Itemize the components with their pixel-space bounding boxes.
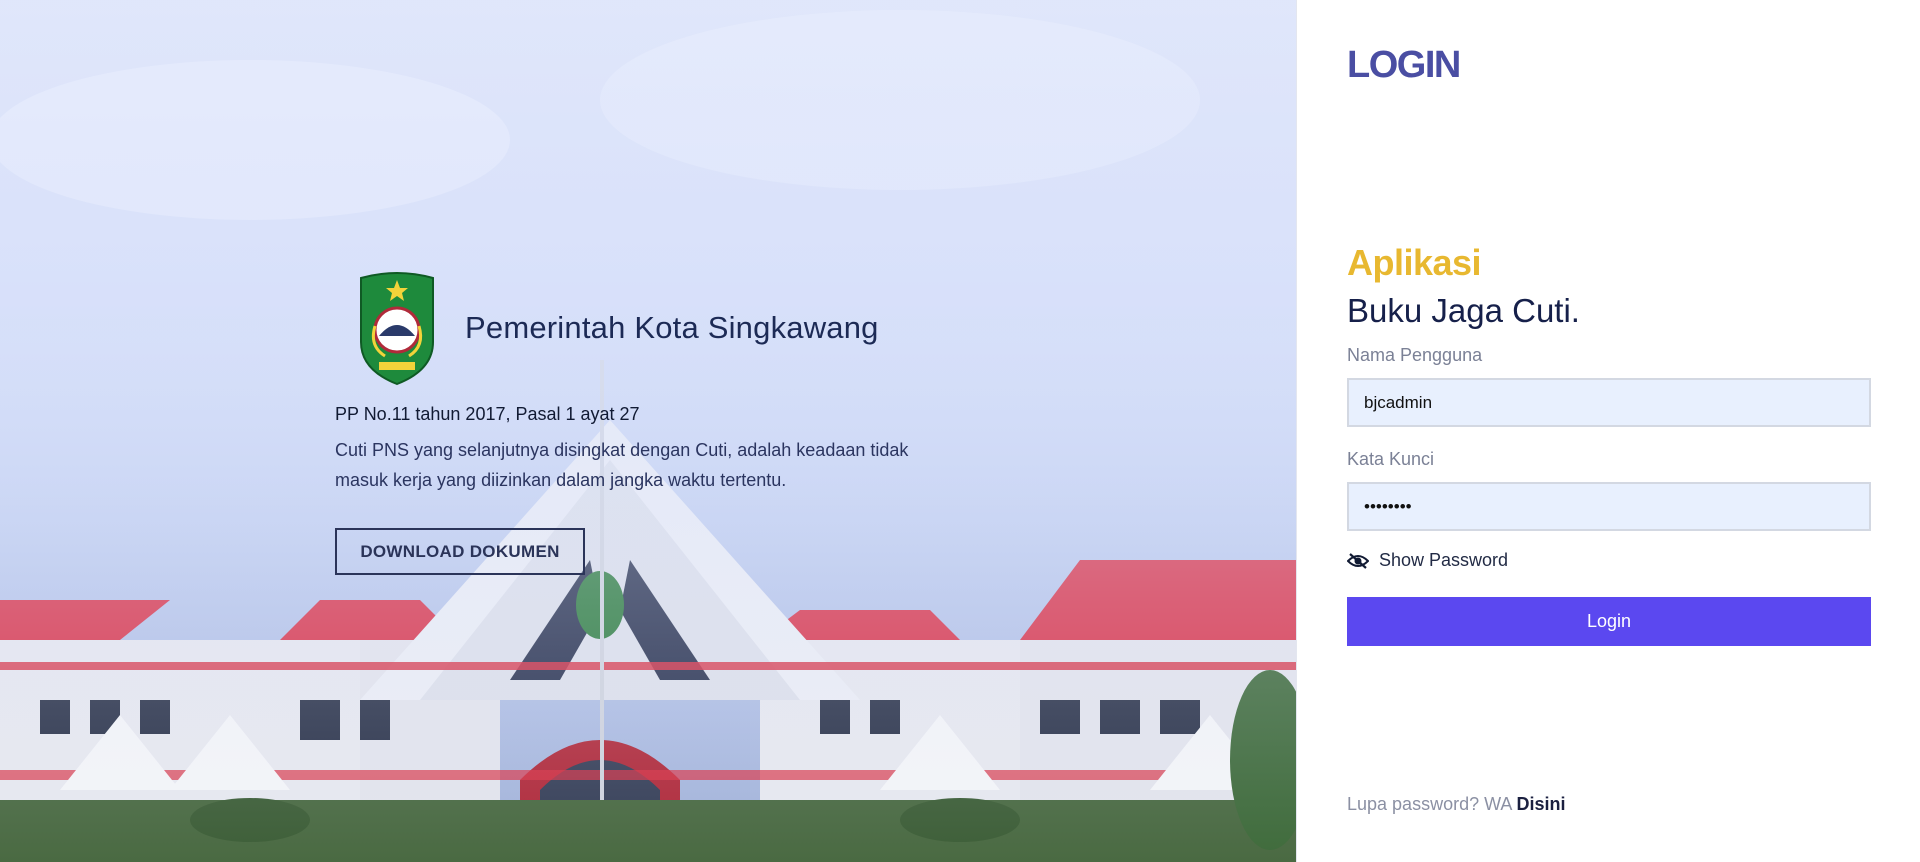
city-emblem-logo bbox=[360, 272, 434, 386]
forgot-password-link[interactable]: Disini bbox=[1516, 794, 1565, 814]
app-eyebrow: Aplikasi bbox=[1347, 242, 1482, 283]
hero-background: Pemerintah Kota Singkawang PP No.11 tahu… bbox=[0, 0, 1296, 862]
username-input[interactable] bbox=[1347, 378, 1871, 427]
regulation-title: PP No.11 tahun 2017, Pasal 1 ayat 27 bbox=[335, 404, 640, 424]
regulation-text: Cuti PNS yang selanjutnya disingkat deng… bbox=[335, 440, 909, 490]
hero-content: Pemerintah Kota Singkawang PP No.11 tahu… bbox=[335, 270, 975, 575]
download-document-button[interactable]: DOWNLOAD DOKUMEN bbox=[335, 528, 585, 575]
password-label: Kata Kunci bbox=[1347, 449, 1435, 469]
username-label: Nama Pengguna bbox=[1347, 345, 1483, 365]
eye-slash-icon[interactable] bbox=[1347, 552, 1369, 570]
login-button[interactable]: Login bbox=[1347, 597, 1871, 646]
login-panel: LOGIN Aplikasi Buku Jaga Cuti. Nama Peng… bbox=[1296, 0, 1920, 862]
password-input[interactable] bbox=[1347, 482, 1871, 531]
brand-title: Pemerintah Kota Singkawang bbox=[465, 310, 879, 345]
app-name: Buku Jaga Cuti. bbox=[1347, 292, 1580, 329]
forgot-password-prefix: Lupa password? WA bbox=[1347, 794, 1512, 814]
show-password-toggle[interactable]: Show Password bbox=[1347, 550, 1508, 571]
show-password-label[interactable]: Show Password bbox=[1379, 550, 1508, 571]
forgot-password: Lupa password? WA Disini bbox=[1347, 794, 1565, 815]
login-heading: LOGIN bbox=[1347, 44, 1461, 86]
brand: Pemerintah Kota Singkawang bbox=[335, 270, 975, 386]
